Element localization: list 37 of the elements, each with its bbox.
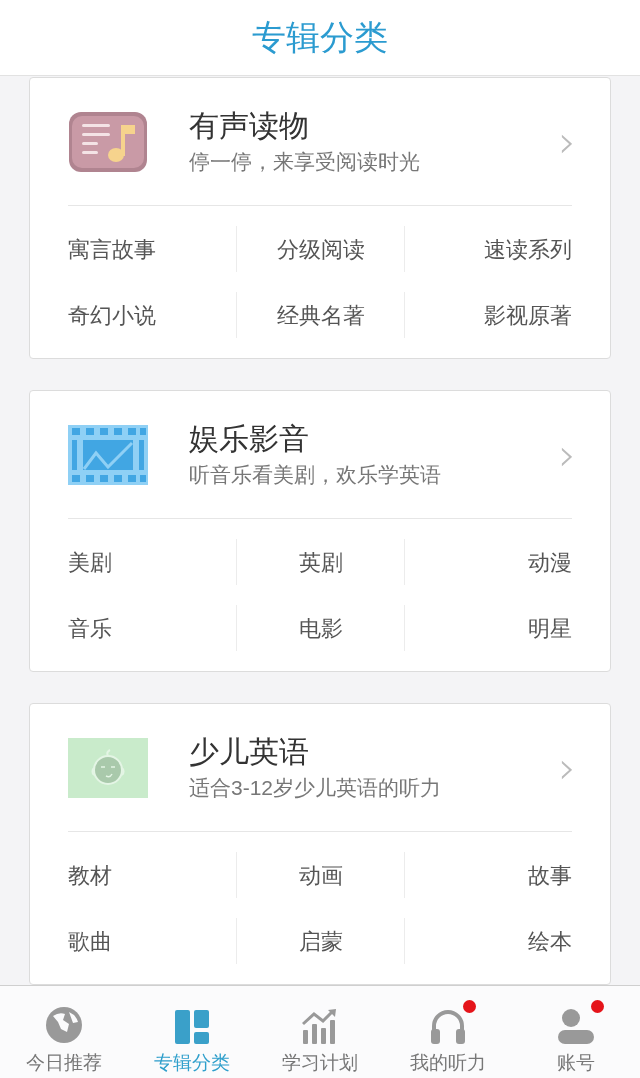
- subcategory-link[interactable]: 教材: [68, 858, 112, 892]
- category-title: 有声读物: [189, 107, 310, 144]
- subcategory-link[interactable]: 绘本: [528, 924, 572, 958]
- category-subtitle: 适合3-12岁少儿英语的听力: [189, 774, 443, 801]
- category-title: 娱乐影音: [189, 420, 310, 457]
- subcategory-link[interactable]: 奇幻小说: [68, 298, 156, 332]
- film-icon: [68, 424, 148, 485]
- subcategory-link[interactable]: 速读系列: [484, 232, 572, 266]
- subcategory-link[interactable]: 经典名著: [276, 298, 365, 332]
- tab-button[interactable]: 今日推荐: [0, 986, 128, 1078]
- category-subtitle: 听音乐看美剧，欢乐学英语: [189, 461, 442, 488]
- subcategory-link[interactable]: 影视原著: [484, 298, 572, 332]
- subcategory-link[interactable]: 歌曲: [68, 924, 112, 958]
- category-subtitle: 停一停，来享受阅读时光: [189, 148, 421, 175]
- globe-icon: [45, 1006, 83, 1044]
- subcategory-link[interactable]: 故事: [528, 858, 572, 892]
- headphones-icon: [430, 1008, 466, 1044]
- tab-button[interactable]: 我的听力: [384, 986, 512, 1078]
- subcategory-link[interactable]: 美剧: [68, 545, 112, 579]
- subcategory-link[interactable]: 英剧: [298, 545, 343, 579]
- subcategory-link[interactable]: 音乐: [68, 611, 112, 645]
- subcategory-link[interactable]: 电影: [298, 611, 343, 645]
- page-title: 专辑分类: [252, 16, 388, 59]
- person-icon: [558, 1008, 594, 1044]
- subcategory-link[interactable]: 启蒙: [298, 924, 343, 958]
- tab-button[interactable]: 账号: [512, 986, 640, 1078]
- subcategory-link[interactable]: 寓言故事: [68, 232, 156, 266]
- grid-icon: [175, 1010, 209, 1044]
- subcategory-link[interactable]: 动画: [298, 858, 343, 892]
- music-document-icon: [68, 109, 148, 174]
- tab-button[interactable]: 学习计划: [256, 986, 384, 1078]
- baby-face-icon: [68, 737, 148, 798]
- subcategory-link[interactable]: 分级阅读: [276, 232, 365, 266]
- category-title: 少儿英语: [189, 733, 310, 770]
- subcategory-link[interactable]: 动漫: [528, 545, 572, 579]
- subcategory-link[interactable]: 明星: [528, 611, 572, 645]
- bar-chart-icon: [302, 1008, 338, 1044]
